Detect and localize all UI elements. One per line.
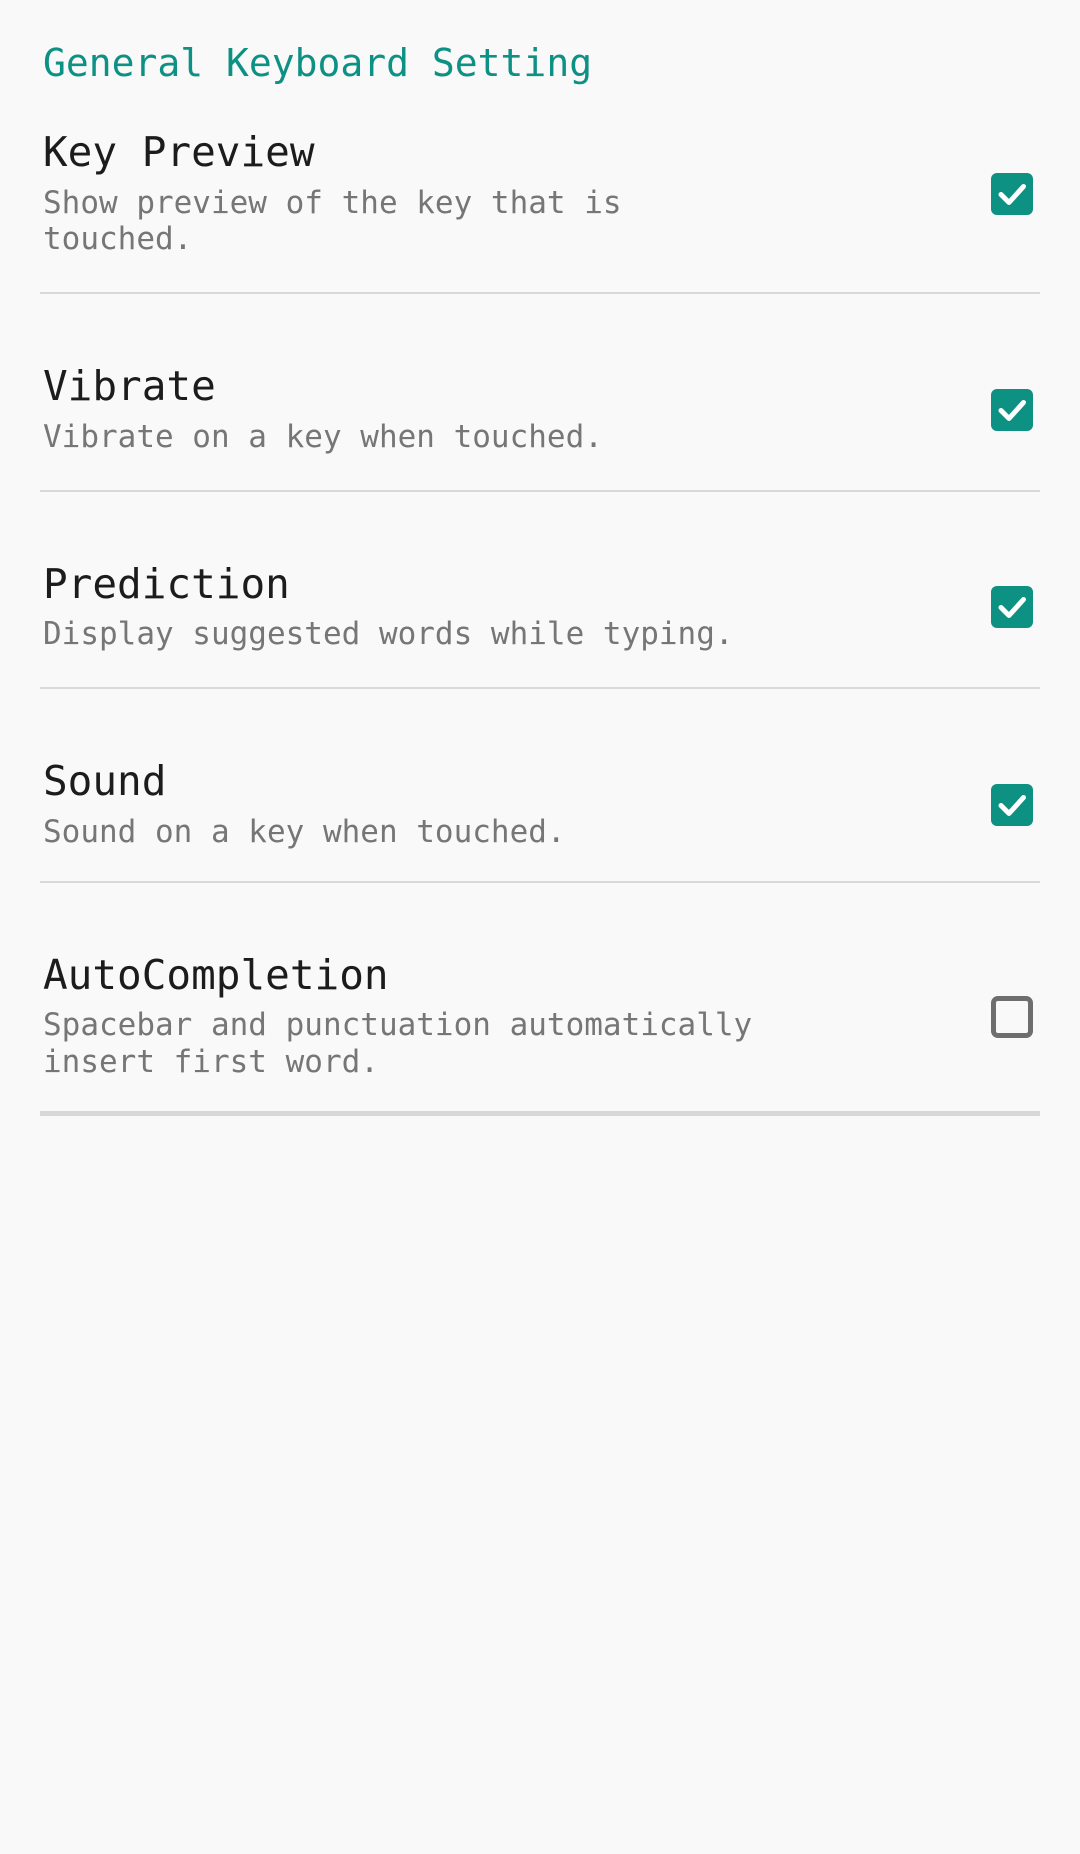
preference-row-autocompletion[interactable]: AutoCompletion Spacebar and punctuation … <box>0 921 1080 1111</box>
preference-text-block: Key Preview Show preview of the key that… <box>43 128 982 258</box>
preference-text-block: Vibrate Vibrate on a key when touched. <box>43 362 982 455</box>
preference-title: Prediction <box>43 559 290 608</box>
preference-title: AutoCompletion <box>43 950 389 999</box>
preference-row-key-preview[interactable]: Key Preview Show preview of the key that… <box>0 126 1080 292</box>
preference-summary: Sound on a key when touched. <box>43 813 566 850</box>
list-divider-bottom <box>40 1110 1040 1116</box>
preference-widget <box>982 783 1042 826</box>
preference-summary: Show preview of the key that is touched. <box>43 184 622 258</box>
preference-list: Key Preview Show preview of the key that… <box>0 126 1080 1116</box>
preference-summary: Spacebar and punctuation automatically i… <box>43 1007 753 1080</box>
checkbox-checked-icon[interactable] <box>991 388 1033 431</box>
checkbox-checked-icon[interactable] <box>991 586 1033 629</box>
preference-row-sound[interactable]: Sound Sound on a key when touched. <box>0 727 1080 880</box>
preference-row-prediction[interactable]: Prediction Display suggested words while… <box>0 530 1080 687</box>
preference-title: Vibrate <box>43 362 216 411</box>
preference-title: Key Preview <box>43 128 315 176</box>
preference-widget <box>982 388 1042 431</box>
checkbox-checked-icon[interactable] <box>991 783 1033 826</box>
preference-row-vibrate[interactable]: Vibrate Vibrate on a key when touched. <box>0 332 1080 489</box>
checkbox-checked-icon[interactable] <box>991 173 1033 216</box>
preference-widget <box>982 586 1042 629</box>
preference-text-block: Sound Sound on a key when touched. <box>43 757 982 850</box>
preference-text-block: AutoCompletion Spacebar and punctuation … <box>43 950 982 1081</box>
preference-summary: Display suggested words while typing. <box>43 616 734 653</box>
preference-text-block: Prediction Display suggested words while… <box>43 559 982 653</box>
preference-summary: Vibrate on a key when touched. <box>43 418 603 455</box>
keyboard-settings-screen: General Keyboard Setting Key Preview Sho… <box>0 0 1080 1854</box>
page-title: General Keyboard Setting <box>43 41 593 85</box>
preference-widget <box>982 995 1042 1038</box>
preference-title: Sound <box>43 757 167 806</box>
preference-widget <box>982 173 1042 216</box>
checkbox-unchecked-icon[interactable] <box>991 995 1033 1038</box>
